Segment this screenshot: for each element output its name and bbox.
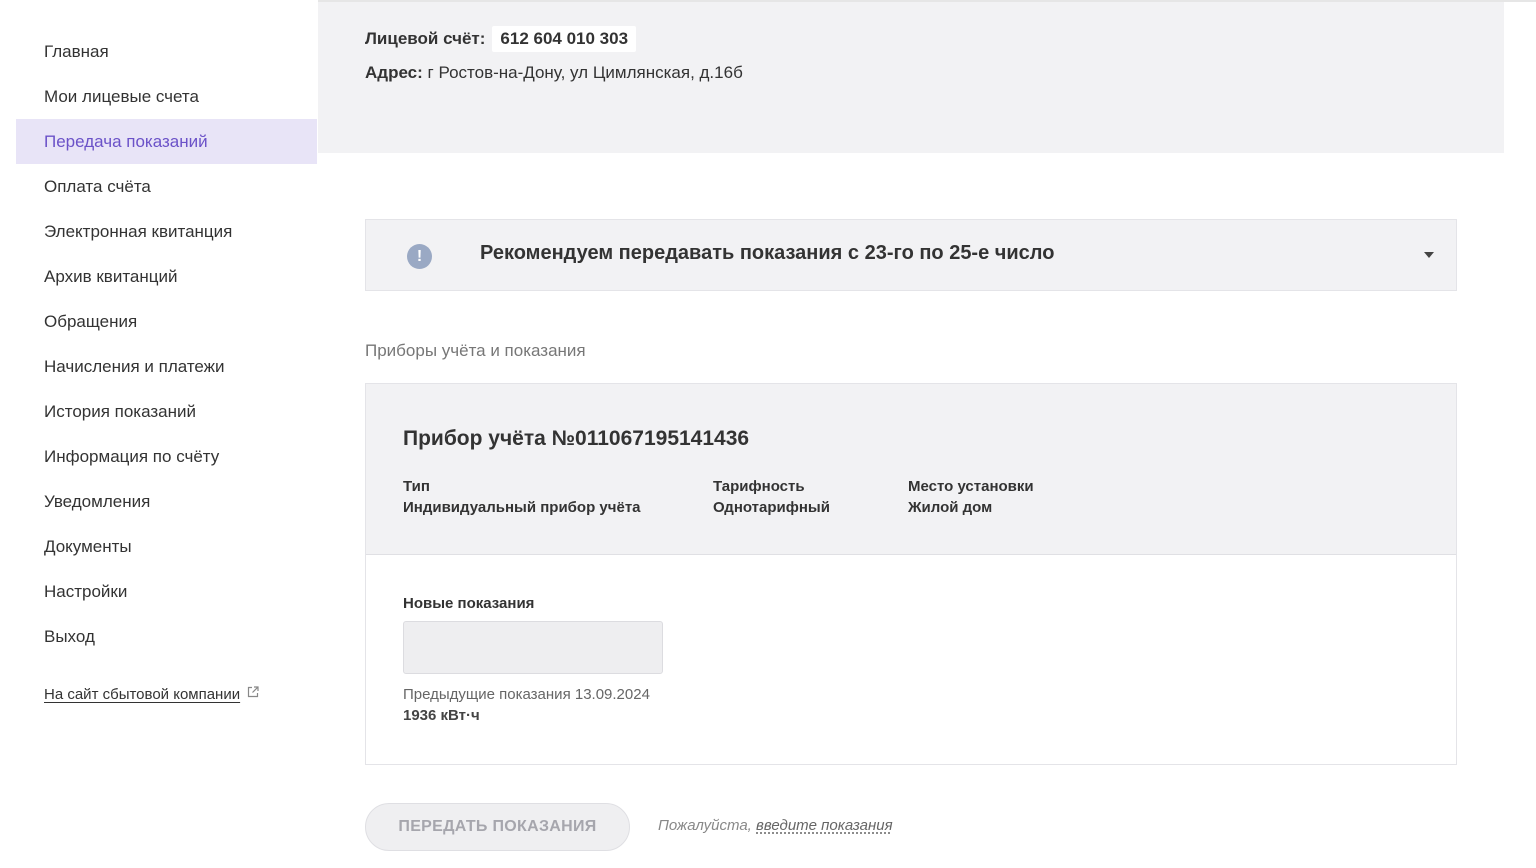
supplier-site-link[interactable]: На сайт сбытовой компании [44,685,259,703]
sidebar-nav: Главная Мои лицевые счета Передача показ… [16,29,317,659]
meter-location-label: Место установки [908,478,1034,495]
meters-section-title: Приборы учёта и показания [365,341,586,360]
meter-card: Прибор учёта №011067195141436 Тип Индиви… [365,383,1457,765]
sidebar-item-receipt-archive[interactable]: Архив квитанций [16,254,317,299]
previous-readings-label: Предыдущие показания 13.09.2024 [403,686,650,703]
meter-type: Тип Индивидуальный прибор учёта [403,476,641,518]
account-panel: Лицевой счёт: 612 604 010 303 Адрес: г Р… [318,2,1504,153]
main-content: Лицевой счёт: 612 604 010 303 Адрес: г Р… [318,0,1536,868]
account-number-label: Лицевой счёт: [365,29,486,48]
sidebar-item-requests[interactable]: Обращения [16,299,317,344]
address-value: г Ростов-на-Дону, ул Цимлянская, д.16б [427,63,743,82]
external-link-icon [247,685,259,702]
sidebar-item-readings-history[interactable]: История показаний [16,389,317,434]
submit-hint: Пожалуйста, введите показания [658,817,893,834]
previous-readings: Предыдущие показания 13.09.2024 1936 кВт… [403,684,650,726]
address-row: Адрес: г Ростов-на-Дону, ул Цимлянская, … [365,63,743,83]
meter-card-header: Прибор учёта №011067195141436 Тип Индиви… [366,384,1456,555]
meter-tariff-value: Однотарифный [713,499,830,516]
hint-prefix: Пожалуйста, [658,817,752,834]
sidebar-item-notifications[interactable]: Уведомления [16,479,317,524]
sidebar-item-settings[interactable]: Настройки [16,569,317,614]
sidebar-item-charges-payments[interactable]: Начисления и платежи [16,344,317,389]
recommendation-notice[interactable]: ! Рекомендуем передавать показания с 23-… [365,219,1457,291]
sidebar-item-account-info[interactable]: Информация по счёту [16,434,317,479]
sidebar: Главная Мои лицевые счета Передача показ… [0,0,318,868]
caret-down-icon[interactable] [1424,252,1434,258]
sidebar-item-payment[interactable]: Оплата счёта [16,164,317,209]
supplier-site-link-label: На сайт сбытовой компании [44,686,241,703]
account-number-value: 612 604 010 303 [492,26,637,52]
exclamation-circle-icon: ! [407,244,432,269]
meter-tariff-label: Тарифность [713,478,805,495]
enter-readings-link[interactable]: введите показания [756,817,893,834]
meter-tariff: Тарифность Однотарифный [713,476,830,518]
sidebar-item-home[interactable]: Главная [16,29,317,74]
notice-text: Рекомендуем передавать показания с 23-го… [480,242,1055,264]
sidebar-item-e-receipt[interactable]: Электронная квитанция [16,209,317,254]
new-readings-input[interactable] [403,621,663,674]
new-readings-label: Новые показания [403,595,535,612]
meter-type-value: Индивидуальный прибор учёта [403,499,641,516]
sidebar-item-logout[interactable]: Выход [16,614,317,659]
meter-type-label: Тип [403,478,430,495]
address-label: Адрес: [365,63,423,82]
account-number-row: Лицевой счёт: 612 604 010 303 [365,26,637,52]
sidebar-item-documents[interactable]: Документы [16,524,317,569]
submit-readings-button[interactable]: ПЕРЕДАТЬ ПОКАЗАНИЯ [365,803,630,851]
meter-location: Место установки Жилой дом [908,476,1034,518]
sidebar-item-my-accounts[interactable]: Мои лицевые счета [16,74,317,119]
meter-location-value: Жилой дом [908,499,993,516]
previous-readings-value: 1936 кВт·ч [403,707,480,724]
meter-title: Прибор учёта №011067195141436 [403,427,750,450]
sidebar-item-submit-readings[interactable]: Передача показаний [16,119,317,164]
